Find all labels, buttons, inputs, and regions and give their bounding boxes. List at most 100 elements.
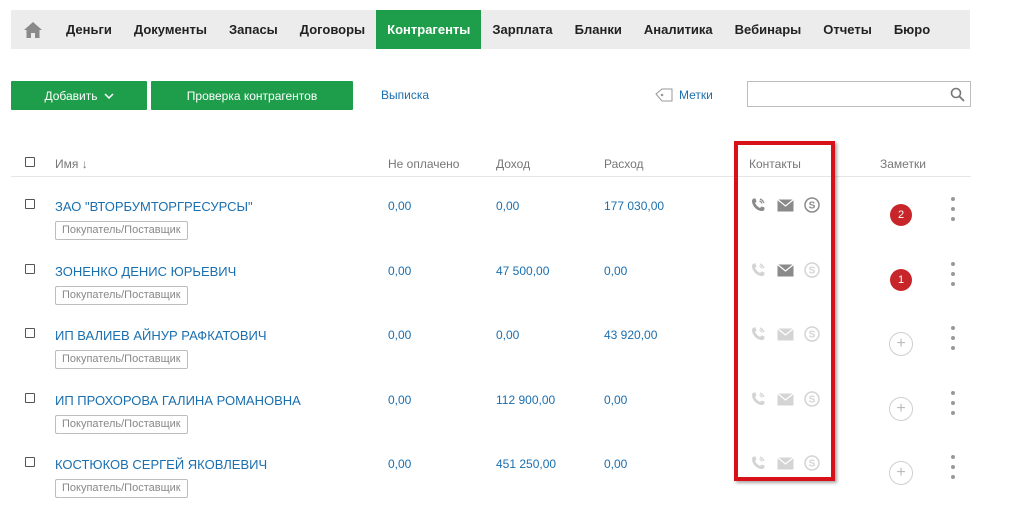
- unpaid-value[interactable]: 0,00: [388, 393, 411, 407]
- nav-item-vebinary[interactable]: Вебинары: [724, 10, 813, 49]
- table-row: КОСТЮКОВ СЕРГЕЙ ЯКОВЛЕВИЧ Покупатель/Пос…: [0, 451, 1010, 509]
- counterparty-type-tag: Покупатель/Поставщик: [55, 221, 188, 240]
- nav-item-zapasy[interactable]: Запасы: [218, 10, 289, 49]
- add-note-button[interactable]: +: [889, 461, 913, 485]
- row-checkbox[interactable]: [25, 199, 35, 209]
- row-more-menu-icon[interactable]: [947, 197, 959, 221]
- row-more-menu-icon[interactable]: [947, 391, 959, 415]
- income-value[interactable]: 0,00: [496, 328, 519, 342]
- svg-text:S: S: [809, 330, 816, 341]
- nav-item-dokumenty[interactable]: Документы: [123, 10, 218, 49]
- nav-item-dogovory[interactable]: Договоры: [289, 10, 376, 49]
- income-value[interactable]: 112 900,00: [496, 393, 555, 407]
- nav-item-otchety[interactable]: Отчеты: [812, 10, 883, 49]
- skype-icon[interactable]: S: [803, 325, 821, 343]
- contacts-group: S: [749, 261, 821, 279]
- nav-item-dengi[interactable]: Деньги: [55, 10, 123, 49]
- skype-icon[interactable]: S: [803, 390, 821, 408]
- nav-item-kontragenty[interactable]: Контрагенты: [376, 10, 482, 49]
- email-icon[interactable]: [776, 454, 794, 472]
- nav-item-analitika[interactable]: Аналитика: [633, 10, 724, 49]
- counterparty-name-link[interactable]: ИП ВАЛИЕВ АЙНУР РАФКАТОВИЧ: [55, 328, 267, 343]
- add-note-button[interactable]: +: [889, 332, 913, 356]
- nav-item-byuro[interactable]: Бюро: [883, 10, 941, 49]
- add-note-button[interactable]: +: [889, 397, 913, 421]
- counterparty-name-link[interactable]: ЗОНЕНКО ДЕНИС ЮРЬЕВИЧ: [55, 264, 236, 279]
- search-icon[interactable]: [950, 87, 965, 102]
- column-header-expense[interactable]: Расход: [604, 157, 644, 171]
- column-header-income[interactable]: Доход: [496, 157, 530, 171]
- skype-icon[interactable]: S: [803, 261, 821, 279]
- expense-value[interactable]: 43 920,00: [604, 328, 657, 342]
- svg-text:S: S: [809, 266, 816, 277]
- svg-text:S: S: [809, 201, 816, 212]
- phone-icon[interactable]: [749, 325, 767, 343]
- counterparty-name-link[interactable]: ЗАО "ВТОРБУМТОРГРЕСУРСЫ": [55, 199, 253, 214]
- phone-icon[interactable]: [749, 196, 767, 214]
- income-value[interactable]: 451 250,00: [496, 457, 556, 471]
- nav-item-blanki[interactable]: Бланки: [564, 10, 633, 49]
- vypiska-link[interactable]: Выписка: [381, 88, 429, 102]
- counterparty-type-tag: Покупатель/Поставщик: [55, 286, 188, 305]
- table-row: ЗАО "ВТОРБУМТОРГРЕСУРСЫ" Покупатель/Пост…: [0, 193, 1010, 258]
- contacts-group: S: [749, 390, 821, 408]
- row-more-menu-icon[interactable]: [947, 455, 959, 479]
- nav-item-zarplata[interactable]: Зарплата: [481, 10, 563, 49]
- table-row: ИП ПРОХОРОВА ГАЛИНА РОМАНОВНА Покупатель…: [0, 387, 1010, 452]
- phone-icon[interactable]: [749, 261, 767, 279]
- counterparty-type-tag: Покупатель/Поставщик: [55, 415, 188, 434]
- column-header-contacts: Контакты: [749, 157, 801, 171]
- unpaid-value[interactable]: 0,00: [388, 264, 411, 278]
- email-icon[interactable]: [776, 325, 794, 343]
- plus-icon: +: [896, 335, 906, 352]
- unpaid-value[interactable]: 0,00: [388, 199, 411, 213]
- email-icon[interactable]: [776, 196, 794, 214]
- unpaid-value[interactable]: 0,00: [388, 328, 411, 342]
- expense-value[interactable]: 0,00: [604, 393, 627, 407]
- income-value[interactable]: 47 500,00: [496, 264, 549, 278]
- counterparty-type-tag: Покупатель/Поставщик: [55, 350, 188, 369]
- add-button[interactable]: Добавить: [11, 81, 147, 110]
- notes-badge[interactable]: 2: [890, 204, 912, 226]
- svg-text:S: S: [809, 395, 816, 406]
- email-icon[interactable]: [776, 261, 794, 279]
- home-button[interactable]: [11, 10, 55, 49]
- row-checkbox[interactable]: [25, 264, 35, 274]
- skype-icon[interactable]: S: [803, 196, 821, 214]
- top-nav: Деньги Документы Запасы Договоры Контраг…: [11, 10, 970, 49]
- search-input[interactable]: [747, 81, 971, 107]
- expense-value[interactable]: 0,00: [604, 457, 627, 471]
- counterparty-name-link[interactable]: КОСТЮКОВ СЕРГЕЙ ЯКОВЛЕВИЧ: [55, 457, 267, 472]
- expense-value[interactable]: 177 030,00: [604, 199, 664, 213]
- counterparty-name-link[interactable]: ИП ПРОХОРОВА ГАЛИНА РОМАНОВНА: [55, 393, 301, 408]
- row-checkbox[interactable]: [25, 328, 35, 338]
- select-all-checkbox[interactable]: [25, 157, 35, 167]
- notes-badge[interactable]: 1: [890, 269, 912, 291]
- chevron-down-icon: [103, 92, 114, 99]
- column-header-notes: Заметки: [880, 157, 926, 171]
- phone-icon[interactable]: [749, 390, 767, 408]
- tags-link[interactable]: Метки: [655, 88, 713, 102]
- column-header-name[interactable]: Имя ↓: [55, 157, 88, 171]
- home-icon: [24, 21, 42, 38]
- row-checkbox[interactable]: [25, 393, 35, 403]
- expense-value[interactable]: 0,00: [604, 264, 627, 278]
- email-icon[interactable]: [776, 390, 794, 408]
- row-more-menu-icon[interactable]: [947, 326, 959, 350]
- unpaid-value[interactable]: 0,00: [388, 457, 411, 471]
- add-button-label: Добавить: [44, 88, 98, 103]
- phone-icon[interactable]: [749, 454, 767, 472]
- check-counterparties-button[interactable]: Проверка контрагентов: [151, 81, 353, 110]
- row-checkbox[interactable]: [25, 457, 35, 467]
- row-more-menu-icon[interactable]: [947, 262, 959, 286]
- tags-link-label: Метки: [679, 88, 713, 102]
- contacts-group: S: [749, 196, 821, 214]
- svg-text:S: S: [809, 459, 816, 470]
- plus-icon: +: [896, 464, 906, 481]
- table-row: ИП ВАЛИЕВ АЙНУР РАФКАТОВИЧ Покупатель/По…: [0, 322, 1010, 387]
- income-value[interactable]: 0,00: [496, 199, 519, 213]
- contacts-group: S: [749, 325, 821, 343]
- column-header-unpaid[interactable]: Не оплачено: [388, 157, 459, 171]
- plus-icon: +: [896, 400, 906, 417]
- skype-icon[interactable]: S: [803, 454, 821, 472]
